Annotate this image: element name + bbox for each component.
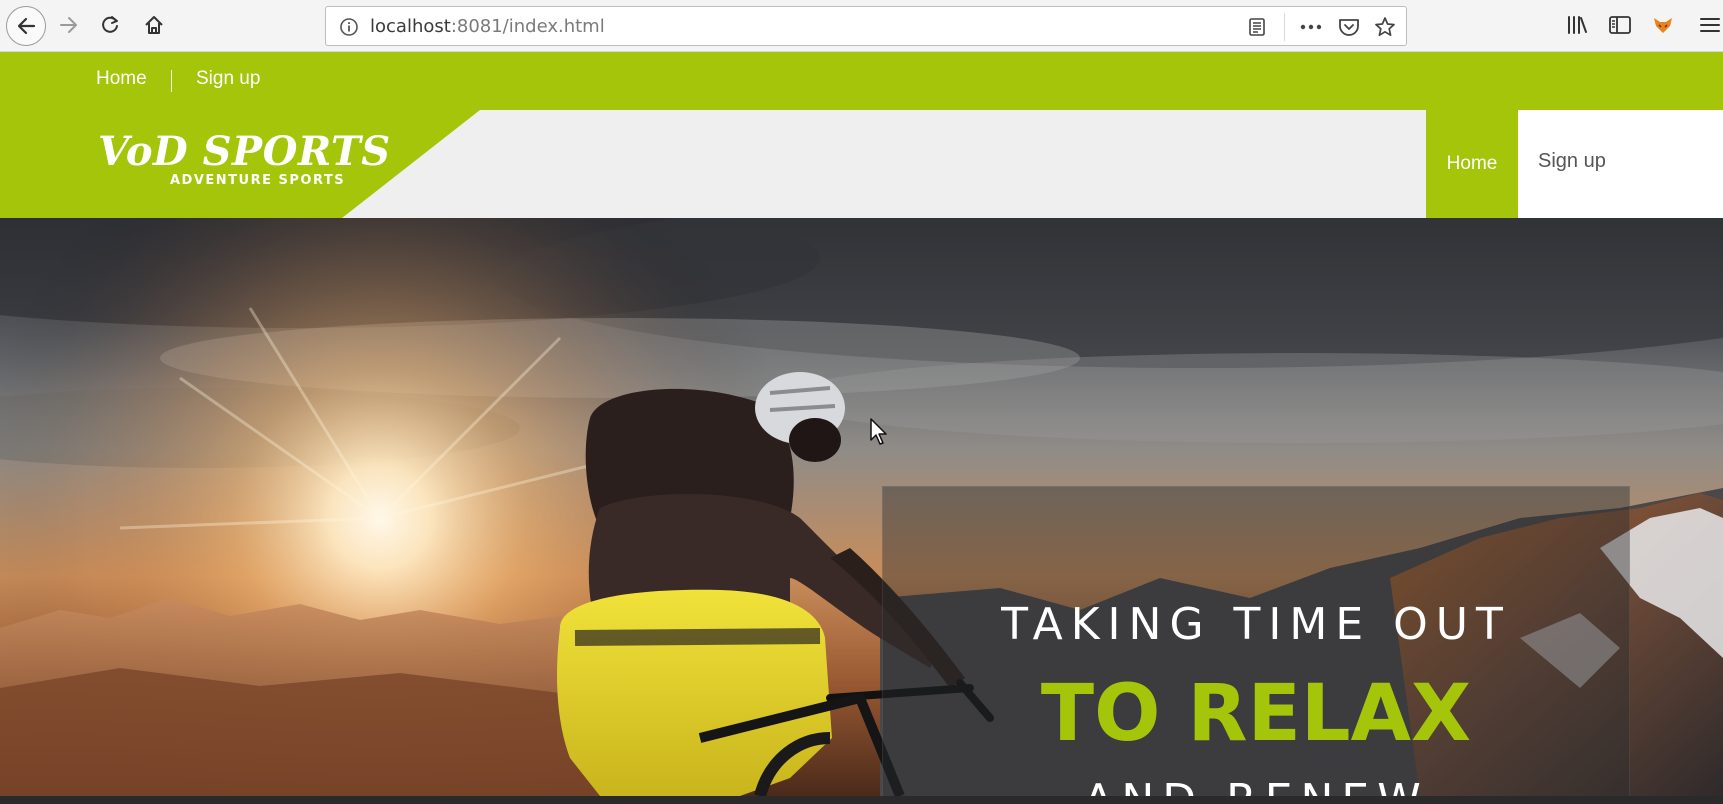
hero-caption-card: TAKING TIME OUT TO RELAX AND RENEW: [882, 486, 1630, 796]
logo-title: VoD SPORTS: [98, 128, 391, 175]
logo[interactable]: VoD SPORTS ADVENTURE SPORTS: [0, 110, 480, 218]
forward-button[interactable]: [52, 8, 86, 42]
reload-button[interactable]: [93, 8, 127, 42]
reload-icon: [102, 16, 118, 33]
info-icon[interactable]: [336, 14, 362, 40]
extension-fox-icon[interactable]: [1648, 10, 1678, 40]
menu-icon[interactable]: [1694, 10, 1723, 40]
nav-signup-container: Sign up: [1518, 110, 1723, 218]
top-link-strip: Home Sign up: [0, 52, 1723, 110]
logo-subtitle: ADVENTURE SPORTS: [170, 173, 346, 188]
top-link-signup[interactable]: Sign up: [196, 68, 260, 90]
top-link-home[interactable]: Home: [96, 68, 147, 90]
site-header: VoD SPORTS ADVENTURE SPORTS Home Sign up: [0, 110, 1723, 218]
mouse-cursor-icon: [870, 418, 887, 445]
nav-home[interactable]: Home: [1426, 110, 1518, 218]
browser-toolbar: localhost:8081/index.html: [0, 0, 1723, 52]
pocket-icon[interactable]: [1336, 14, 1362, 40]
reader-view-icon[interactable]: [1244, 14, 1270, 40]
page-bottom-edge: [0, 796, 1723, 804]
hero-banner: TAKING TIME OUT TO RELAX AND RENEW: [0, 218, 1723, 796]
url-host: localhost: [370, 16, 451, 37]
top-link-divider: [171, 70, 172, 92]
url-text[interactable]: localhost:8081/index.html: [370, 16, 605, 37]
sidebar-icon[interactable]: [1605, 10, 1635, 40]
bookmark-star-icon[interactable]: [1372, 14, 1398, 40]
home-icon: [145, 16, 163, 34]
url-path: :8081/index.html: [450, 16, 605, 37]
more-icon[interactable]: [1298, 14, 1324, 40]
home-button[interactable]: [137, 8, 171, 42]
nav-signup[interactable]: Sign up: [1538, 150, 1606, 173]
address-bar[interactable]: localhost:8081/index.html: [325, 6, 1407, 46]
library-icon[interactable]: [1563, 10, 1593, 40]
hero-heading-line3: AND RENEW: [883, 775, 1629, 796]
forward-arrow-icon: [60, 17, 77, 33]
hero-heading-line1: TAKING TIME OUT: [1001, 599, 1511, 650]
back-button[interactable]: [6, 6, 46, 46]
hero-heading-line2: TO RELAX: [1040, 669, 1472, 759]
back-arrow-icon: [17, 17, 36, 35]
url-divider: [1284, 13, 1285, 41]
